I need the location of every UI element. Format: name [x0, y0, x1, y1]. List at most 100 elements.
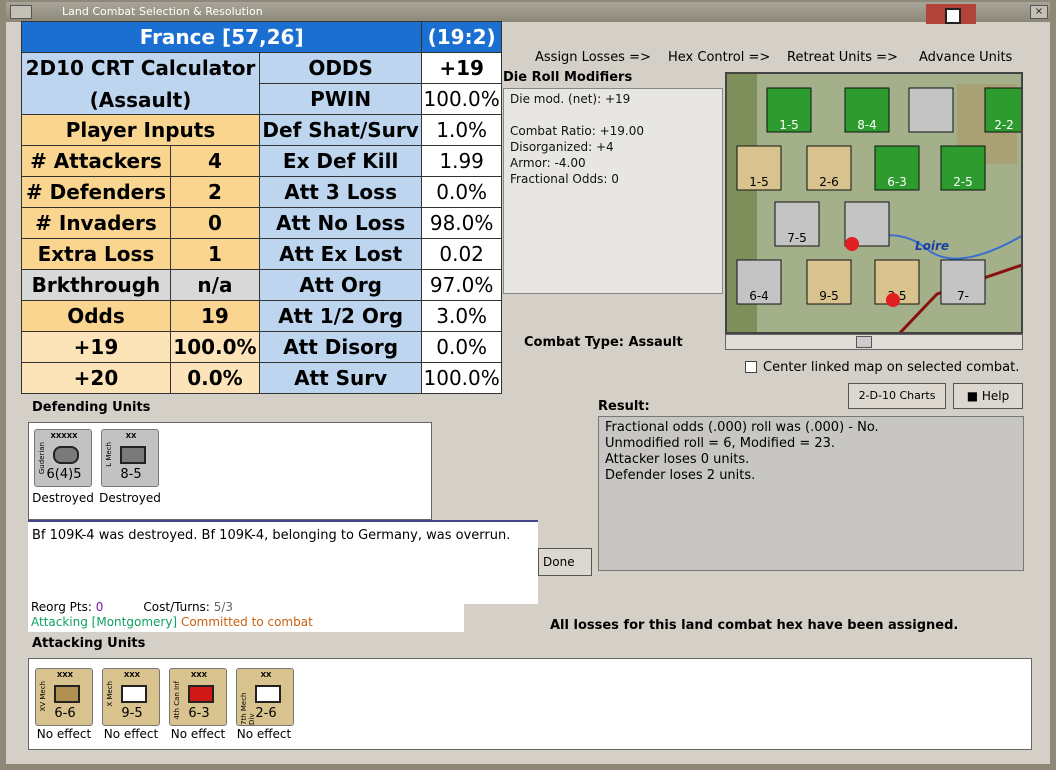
die-roll-modifiers: Die Roll Modifiers Die mod. (net): +19 C…	[503, 70, 723, 296]
crt-right-label: Att 1/2 Org	[258, 300, 423, 332]
die-roll-line: Fractional Odds: 0	[510, 172, 619, 186]
loss-marker-icon	[886, 293, 900, 307]
defending-units-list: XXXXX Guderian 6(4)5 Destroyed XX L Mech…	[28, 422, 432, 520]
crt-left-value: n/a	[169, 269, 260, 301]
map-scroll-thumb[interactable]	[856, 336, 872, 348]
map-unit-label: 8-4	[857, 118, 877, 132]
die-roll-line: Die mod. (net): +19	[510, 92, 631, 106]
hq-stats: Reorg Pts: 0 Cost/Turns: 5/3 Attacking [M…	[28, 598, 464, 632]
crt-right-value: 0.0%	[421, 176, 502, 208]
player-inputs-heading: Player Inputs	[21, 114, 260, 146]
map-unit-label: 1-5	[779, 118, 799, 132]
crt-title-line1: 2D10 CRT Calculator	[25, 55, 256, 80]
crt-title-line2: (Assault)	[89, 87, 192, 112]
mech-symbol-icon	[255, 685, 281, 703]
crt-left-label: # Defenders	[21, 176, 171, 208]
unit-size: XX	[125, 432, 137, 440]
crt-right-value: 1.99	[421, 145, 502, 177]
map-unit-label: 6-4	[749, 289, 769, 303]
unit-counter[interactable]: XXX X Mech 9-5	[102, 668, 160, 726]
message-log: Bf 109K-4 was destroyed. Bf 109K-4, belo…	[28, 520, 538, 604]
help-button[interactable]: ■ Help	[953, 383, 1023, 409]
die-roll-list: Die mod. (net): +19 Combat Ratio: +19.00…	[503, 88, 723, 294]
crt-right-label: Att No Loss	[258, 207, 423, 239]
link-hex-control[interactable]: Hex Control =>	[668, 50, 770, 65]
title-bar: Land Combat Selection & Resolution ×	[6, 2, 1050, 24]
unit-counter[interactable]: XXX 4th Can Inf 6-3	[169, 668, 227, 726]
committed-status: Committed to combat	[180, 615, 313, 629]
phase-links: Assign Losses => Hex Control => Retreat …	[500, 48, 1030, 68]
reorg-value: 0	[95, 600, 104, 614]
map-canvas[interactable]: Loire 1-5 8-4 2-2 1-5 2-6 6-3 2-5 7-5 6-…	[727, 74, 1023, 334]
close-button[interactable]: ×	[1030, 5, 1048, 19]
unit-counter[interactable]: XXX XV Mech 6-6	[35, 668, 93, 726]
crt-left-label: # Invaders	[21, 207, 171, 239]
die-roll-header: Die Roll Modifiers	[503, 70, 633, 85]
crt-right-label: Att Ex Lost	[258, 238, 423, 270]
defending-units-label: Defending Units	[32, 400, 151, 415]
unit-strength: 6-3	[188, 706, 210, 721]
crt-right-label: Att Surv	[258, 362, 423, 394]
map-unit-label: 7-5	[787, 231, 807, 245]
crt-right-label: Att 3 Loss	[258, 176, 423, 208]
result-panel: Fractional odds (.000) roll was (.000) -…	[598, 416, 1024, 571]
unit-name: L Mech	[105, 442, 113, 467]
crt-right-value: 98.0%	[421, 207, 502, 239]
help-label: Help	[981, 389, 1010, 403]
map-unit-label: 2-5	[953, 175, 973, 189]
attacking-units-list: XXX XV Mech 6-6 No effect XXX X Mech 9-5…	[28, 658, 1032, 750]
map-unit-label: 2-6	[819, 175, 839, 189]
window-title: Land Combat Selection & Resolution	[62, 5, 263, 18]
crt-left-value: 4	[169, 145, 260, 177]
crt-right-label: Def Shat/Surv	[258, 114, 423, 146]
unit-status: No effect	[103, 727, 159, 741]
result-line: Unmodified roll = 6, Modified = 23.	[605, 436, 836, 451]
crt-right-value: 1.0%	[421, 114, 502, 146]
crt-left-label: +19	[21, 331, 171, 363]
map-unit-label: 6-3	[887, 175, 907, 189]
crt-location: France [57,26]	[20, 21, 423, 53]
result-label: Result:	[598, 399, 650, 414]
unit-status: No effect	[170, 727, 226, 741]
crt-left-label: Extra Loss	[21, 238, 171, 270]
crt-title: 2D10 CRT Calculator (Assault)	[21, 52, 260, 115]
unit-strength: 6-6	[54, 706, 76, 721]
hq-symbol-icon	[53, 446, 79, 464]
reorg-label: Reorg Pts:	[31, 600, 92, 614]
crt-right-value: 3.0%	[421, 300, 502, 332]
crt-left-value: 19	[169, 300, 260, 332]
crt-charts-button[interactable]: 2-D-10 Charts	[848, 383, 946, 409]
link-retreat-units[interactable]: Retreat Units =>	[787, 50, 898, 65]
crt-right-value: 0.02	[421, 238, 502, 270]
crt-left-value: 0.0%	[169, 362, 260, 394]
unit-size: XXX	[190, 671, 208, 679]
unit-counter[interactable]: XXXXX Guderian 6(4)5	[34, 429, 92, 487]
map-label-loire: Loire	[915, 239, 949, 253]
linked-map[interactable]: Loire 1-5 8-4 2-2 1-5 2-6 6-3 2-5 7-5 6-…	[725, 72, 1023, 334]
map-unit-label: 9-5	[819, 289, 839, 303]
map-unit-label: 7-	[957, 289, 969, 303]
center-linked-checkbox[interactable]: Center linked map on selected combat.	[745, 360, 1019, 375]
unit-size: XXXXX	[50, 432, 78, 440]
crt-left-value: 0	[169, 207, 260, 239]
map-scrollbar[interactable]	[725, 334, 1023, 350]
crt-left-label: +20	[21, 362, 171, 394]
map-unit[interactable]	[908, 87, 954, 133]
unit-counter[interactable]: XX L Mech 8-5	[101, 429, 159, 487]
done-button[interactable]: Done	[538, 548, 592, 576]
crt-left-value: 100.0%	[169, 331, 260, 363]
die-roll-line: Armor: -4.00	[510, 156, 586, 170]
unit-counter[interactable]: XX 7th Mech Div 2-6	[236, 668, 294, 726]
system-menu-button[interactable]	[10, 5, 32, 19]
mech-symbol-icon	[121, 685, 147, 703]
cost-label: Cost/Turns:	[143, 600, 210, 614]
link-assign-losses[interactable]: Assign Losses =>	[535, 50, 651, 65]
combat-type: Combat Type: Assault	[524, 335, 683, 350]
crt-right-value: 100.0%	[421, 362, 502, 394]
loss-marker-icon	[845, 237, 859, 251]
link-advance-units[interactable]: Advance Units	[919, 50, 1012, 65]
crt-right-label: ODDS	[258, 52, 423, 84]
checkbox-icon[interactable]	[745, 361, 757, 373]
unit-status: No effect	[36, 727, 92, 741]
nation-flag-icon	[926, 4, 976, 24]
